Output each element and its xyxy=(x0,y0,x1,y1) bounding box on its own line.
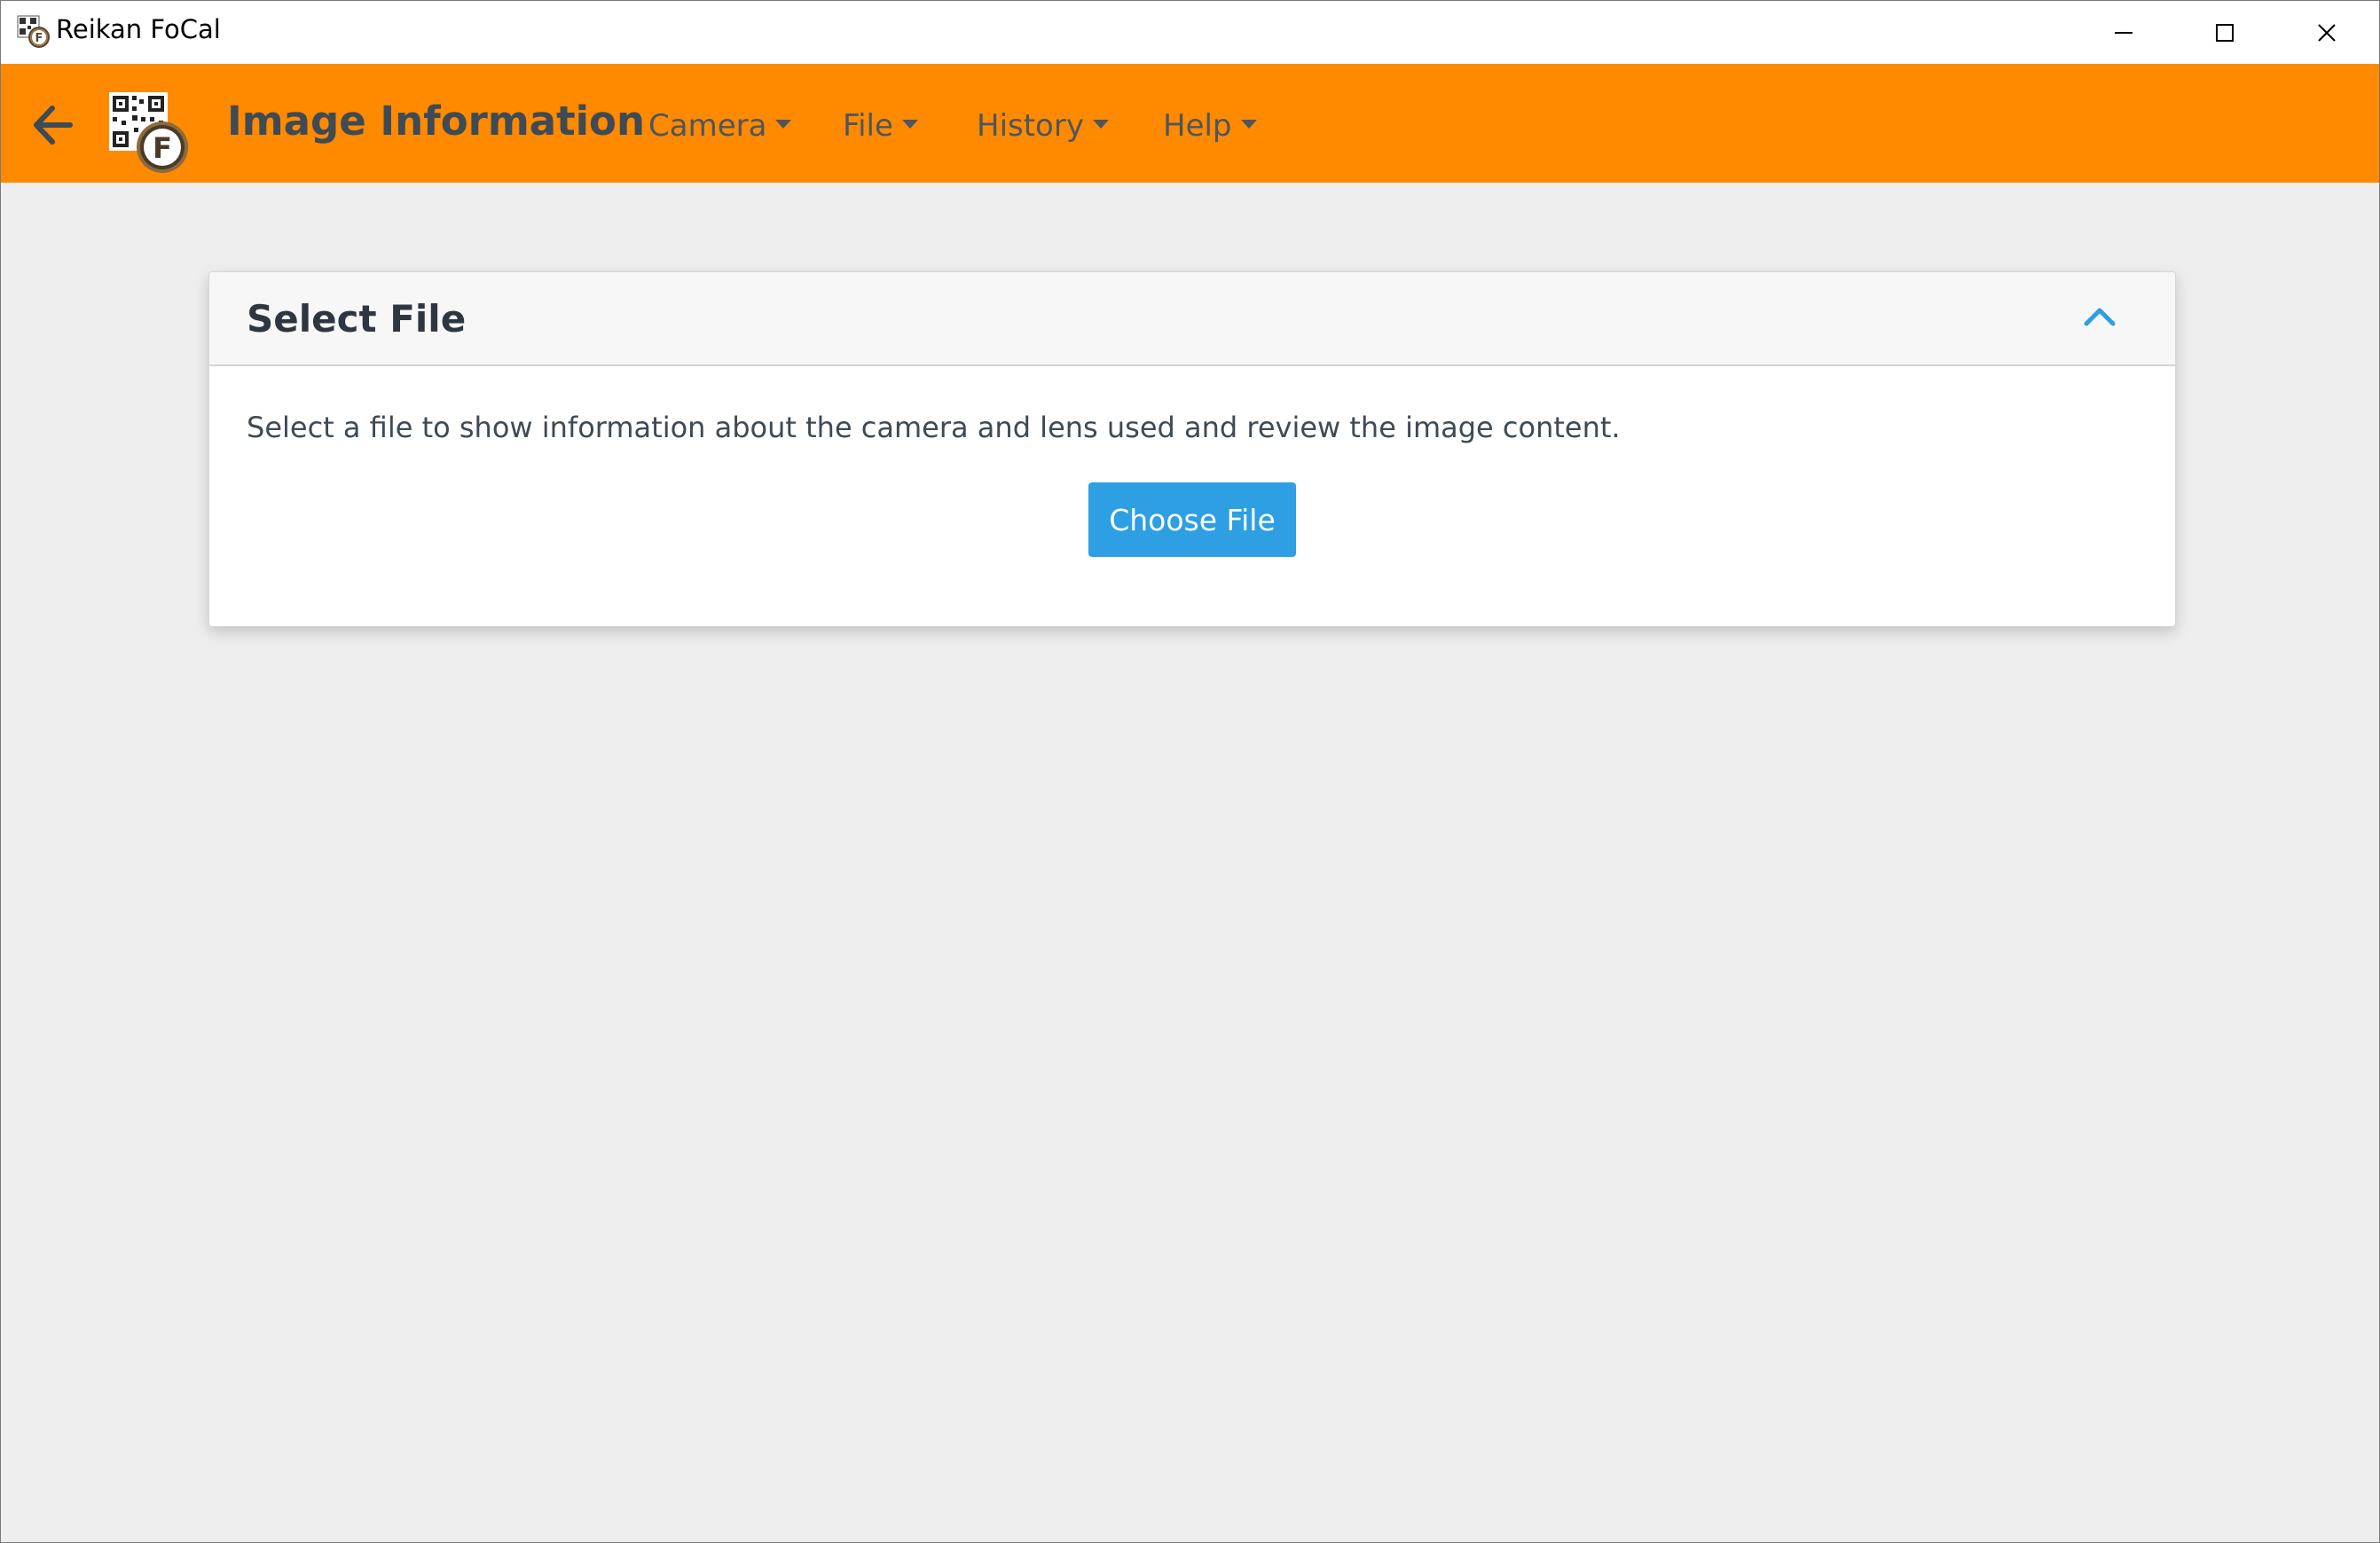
maximize-button[interactable] xyxy=(2174,1,2275,64)
svg-text:F: F xyxy=(153,131,172,165)
maximize-icon xyxy=(2216,23,2234,42)
chevron-up-icon[interactable] xyxy=(2081,299,2118,336)
choose-file-button[interactable]: Choose File xyxy=(1088,482,1296,557)
select-file-panel: Select File Select a file to show inform… xyxy=(208,271,2176,627)
svg-text:F: F xyxy=(35,32,43,45)
caret-down-icon xyxy=(1240,120,1257,129)
window-title: Reikan FoCal xyxy=(56,14,221,44)
caret-down-icon xyxy=(775,120,792,129)
menu-help-label: Help xyxy=(1163,108,1232,144)
app-header: F Image Information Camera File History … xyxy=(1,64,2379,183)
caret-down-icon xyxy=(1092,120,1109,129)
panel-description: Select a file to show information about … xyxy=(247,411,1621,444)
caret-down-icon xyxy=(901,120,918,129)
title-bar: F Reikan FoCal xyxy=(1,1,2379,64)
minimize-button[interactable] xyxy=(2073,1,2174,64)
arrow-left-icon[interactable] xyxy=(31,103,75,147)
menu-camera[interactable]: Camera xyxy=(648,106,792,145)
panel-title: Select File xyxy=(247,297,467,341)
menu-file[interactable]: File xyxy=(843,106,918,145)
menu-file-label: File xyxy=(843,108,893,144)
menu-history-label: History xyxy=(977,108,1084,144)
minimize-icon xyxy=(2115,31,2133,34)
menu-help[interactable]: Help xyxy=(1163,106,1257,145)
app-window: F Reikan FoCal F Image Information Camer… xyxy=(0,0,2380,1543)
focal-qr-logo-icon: F xyxy=(109,92,188,173)
close-button[interactable] xyxy=(2276,1,2377,64)
menu-camera-label: Camera xyxy=(648,108,767,144)
menu-history[interactable]: History xyxy=(977,106,1109,145)
panel-header[interactable]: Select File xyxy=(209,272,2175,366)
page-title: Image Information xyxy=(227,98,646,145)
close-icon xyxy=(2318,23,2336,42)
reikan-focal-icon: F xyxy=(17,15,50,48)
